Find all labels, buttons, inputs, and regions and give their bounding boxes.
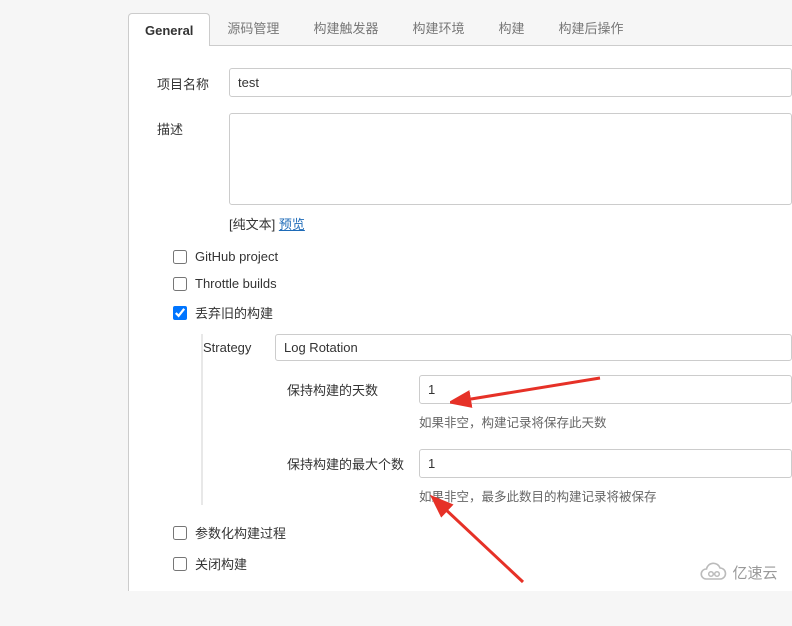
discard-old-builds-checkbox[interactable] (173, 306, 187, 320)
config-tabs: General 源码管理 构建触发器 构建环境 构建 构建后操作 (128, 0, 792, 46)
tab-build[interactable]: 构建 (481, 8, 541, 45)
tab-post[interactable]: 构建后操作 (541, 8, 640, 45)
throttle-builds-label[interactable]: Throttle builds (195, 276, 277, 291)
description-textarea[interactable] (229, 113, 792, 205)
brand-text: 亿速云 (732, 562, 777, 583)
days-to-keep-input[interactable] (419, 375, 792, 404)
throttle-builds-checkbox[interactable] (173, 277, 187, 291)
github-project-checkbox[interactable] (173, 250, 187, 264)
parameterized-build-label[interactable]: 参数化构建过程 (195, 523, 286, 542)
disable-build-label[interactable]: 关闭构建 (195, 554, 247, 573)
max-to-keep-label: 保持构建的最大个数 (287, 454, 419, 473)
strategy-label: Strategy (203, 340, 275, 355)
general-section: 项目名称 描述 [纯文本] 预览 GitHub project Throttle… (128, 46, 792, 591)
tab-general[interactable]: General (128, 13, 210, 46)
github-project-label[interactable]: GitHub project (195, 249, 278, 264)
project-name-input[interactable] (229, 68, 792, 97)
max-to-keep-input[interactable] (419, 449, 792, 478)
discard-old-builds-label[interactable]: 丢弃旧的构建 (195, 303, 273, 322)
plain-text-label: [纯文本] (229, 217, 275, 232)
max-to-keep-hint: 如果非空，最多此数目的构建记录将被保存 (419, 486, 792, 505)
brand-logo: 亿速云 (684, 553, 792, 591)
disable-build-checkbox[interactable] (173, 557, 187, 571)
parameterized-build-checkbox[interactable] (173, 526, 187, 540)
project-name-label: 项目名称 (157, 68, 229, 93)
strategy-select[interactable]: Log Rotation (275, 334, 792, 361)
tab-environment[interactable]: 构建环境 (395, 8, 481, 45)
cloud-icon (698, 562, 728, 582)
days-to-keep-label: 保持构建的天数 (287, 380, 419, 399)
days-to-keep-hint: 如果非空，构建记录将保存此天数 (419, 412, 792, 431)
preview-link[interactable]: 预览 (279, 217, 305, 232)
tab-scm[interactable]: 源码管理 (210, 8, 296, 45)
tab-triggers[interactable]: 构建触发器 (296, 8, 395, 45)
description-label: 描述 (157, 113, 229, 138)
